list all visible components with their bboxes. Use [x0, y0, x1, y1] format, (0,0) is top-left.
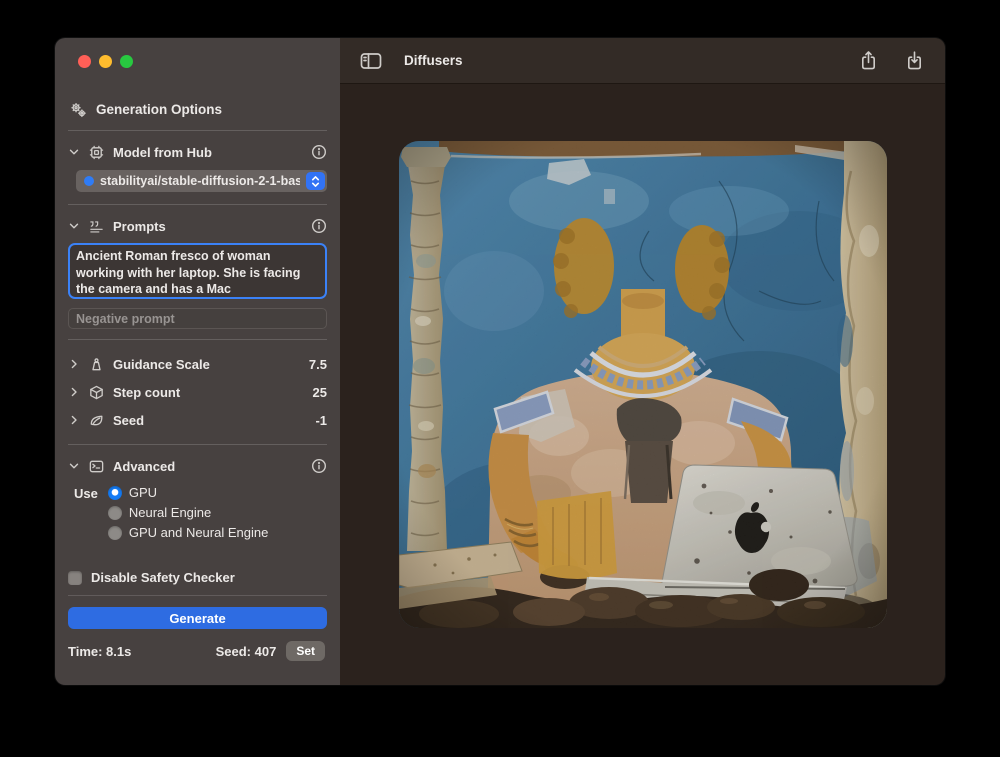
guidance-scale-label: Guidance Scale — [113, 357, 210, 372]
divider — [68, 204, 327, 205]
info-icon[interactable] — [311, 144, 327, 160]
chevron-down-icon[interactable] — [68, 220, 80, 232]
image-canvas — [340, 84, 945, 685]
seed-status: Seed: 407 — [216, 644, 277, 659]
save-icon[interactable] — [903, 49, 925, 73]
safety-checker-row[interactable]: Disable Safety Checker — [68, 570, 327, 585]
divider — [68, 339, 327, 340]
info-icon[interactable] — [311, 218, 327, 234]
divider — [68, 595, 327, 596]
gears-icon — [70, 101, 87, 118]
safety-checkbox[interactable] — [68, 571, 82, 585]
guidance-scale-row[interactable]: Guidance Scale 7.5 — [68, 353, 327, 375]
step-count-row[interactable]: Step count 25 — [68, 381, 327, 403]
window-title: Diffusers — [404, 53, 463, 68]
radio-button[interactable] — [108, 526, 122, 540]
status-bar: Time: 8.1s Seed: 407 Set — [68, 641, 325, 661]
generated-image — [399, 141, 887, 628]
generate-button[interactable]: Generate — [68, 607, 327, 629]
advanced-section-row[interactable]: Advanced — [68, 455, 327, 477]
prompt-input[interactable]: Ancient Roman fresco of woman working wi… — [68, 243, 327, 299]
prompts-section-row[interactable]: Prompts — [68, 215, 327, 237]
radio-gpu[interactable]: GPU — [108, 485, 268, 500]
sidebar-header: Generation Options — [70, 101, 327, 118]
radio-button[interactable] — [108, 506, 122, 520]
select-chevrons-icon[interactable] — [306, 172, 325, 190]
main-content: Diffusers — [340, 38, 945, 685]
seed-value: -1 — [315, 413, 327, 428]
compute-unit-group: Use GPU Neural Engine GPU and Neural Eng… — [74, 485, 327, 540]
use-label: Use — [74, 485, 98, 540]
chip-icon — [88, 144, 105, 161]
model-select-value: stabilityai/stable-diffusion-2-1-base — [100, 174, 300, 188]
sidebar: Generation Options Model from Hub stabil… — [55, 38, 340, 685]
chevron-right-icon[interactable] — [68, 414, 80, 426]
leaf-icon — [88, 412, 105, 429]
advanced-section-label: Advanced — [113, 459, 175, 474]
model-section-row[interactable]: Model from Hub — [68, 141, 327, 163]
toolbar: Diffusers — [340, 38, 945, 84]
radio-gpu-and-neural-engine[interactable]: GPU and Neural Engine — [108, 525, 268, 540]
chevron-right-icon[interactable] — [68, 386, 80, 398]
app-window: Generation Options Model from Hub stabil… — [55, 38, 945, 685]
chevron-right-icon[interactable] — [68, 358, 80, 370]
time-status: Time: 8.1s — [68, 644, 131, 659]
chevron-down-icon[interactable] — [68, 146, 80, 158]
model-status-dot — [84, 176, 94, 186]
negative-prompt-input[interactable] — [68, 308, 327, 329]
step-count-label: Step count — [113, 385, 180, 400]
prompts-section-label: Prompts — [113, 219, 166, 234]
cube-icon — [88, 384, 105, 401]
text-quote-icon — [88, 218, 105, 235]
step-count-value: 25 — [313, 385, 327, 400]
traffic-lights — [78, 55, 327, 68]
sidebar-title: Generation Options — [96, 102, 222, 117]
minimize-button[interactable] — [99, 55, 112, 68]
info-icon[interactable] — [311, 458, 327, 474]
radio-neural-engine[interactable]: Neural Engine — [108, 505, 268, 520]
terminal-icon — [88, 458, 105, 475]
seed-label: Seed — [113, 413, 144, 428]
scale-icon — [88, 356, 105, 373]
divider — [68, 130, 327, 131]
seed-row[interactable]: Seed -1 — [68, 409, 327, 431]
safety-checkbox-label: Disable Safety Checker — [91, 570, 235, 585]
radio-button[interactable] — [108, 486, 122, 500]
model-section-label: Model from Hub — [113, 145, 212, 160]
close-button[interactable] — [78, 55, 91, 68]
divider — [68, 444, 327, 445]
guidance-scale-value: 7.5 — [309, 357, 327, 372]
zoom-button[interactable] — [120, 55, 133, 68]
chevron-down-icon[interactable] — [68, 460, 80, 472]
sidebar-toggle-icon[interactable] — [360, 49, 382, 73]
set-seed-button[interactable]: Set — [286, 641, 325, 661]
model-select[interactable]: stabilityai/stable-diffusion-2-1-base — [76, 170, 327, 192]
share-icon[interactable] — [857, 49, 879, 73]
